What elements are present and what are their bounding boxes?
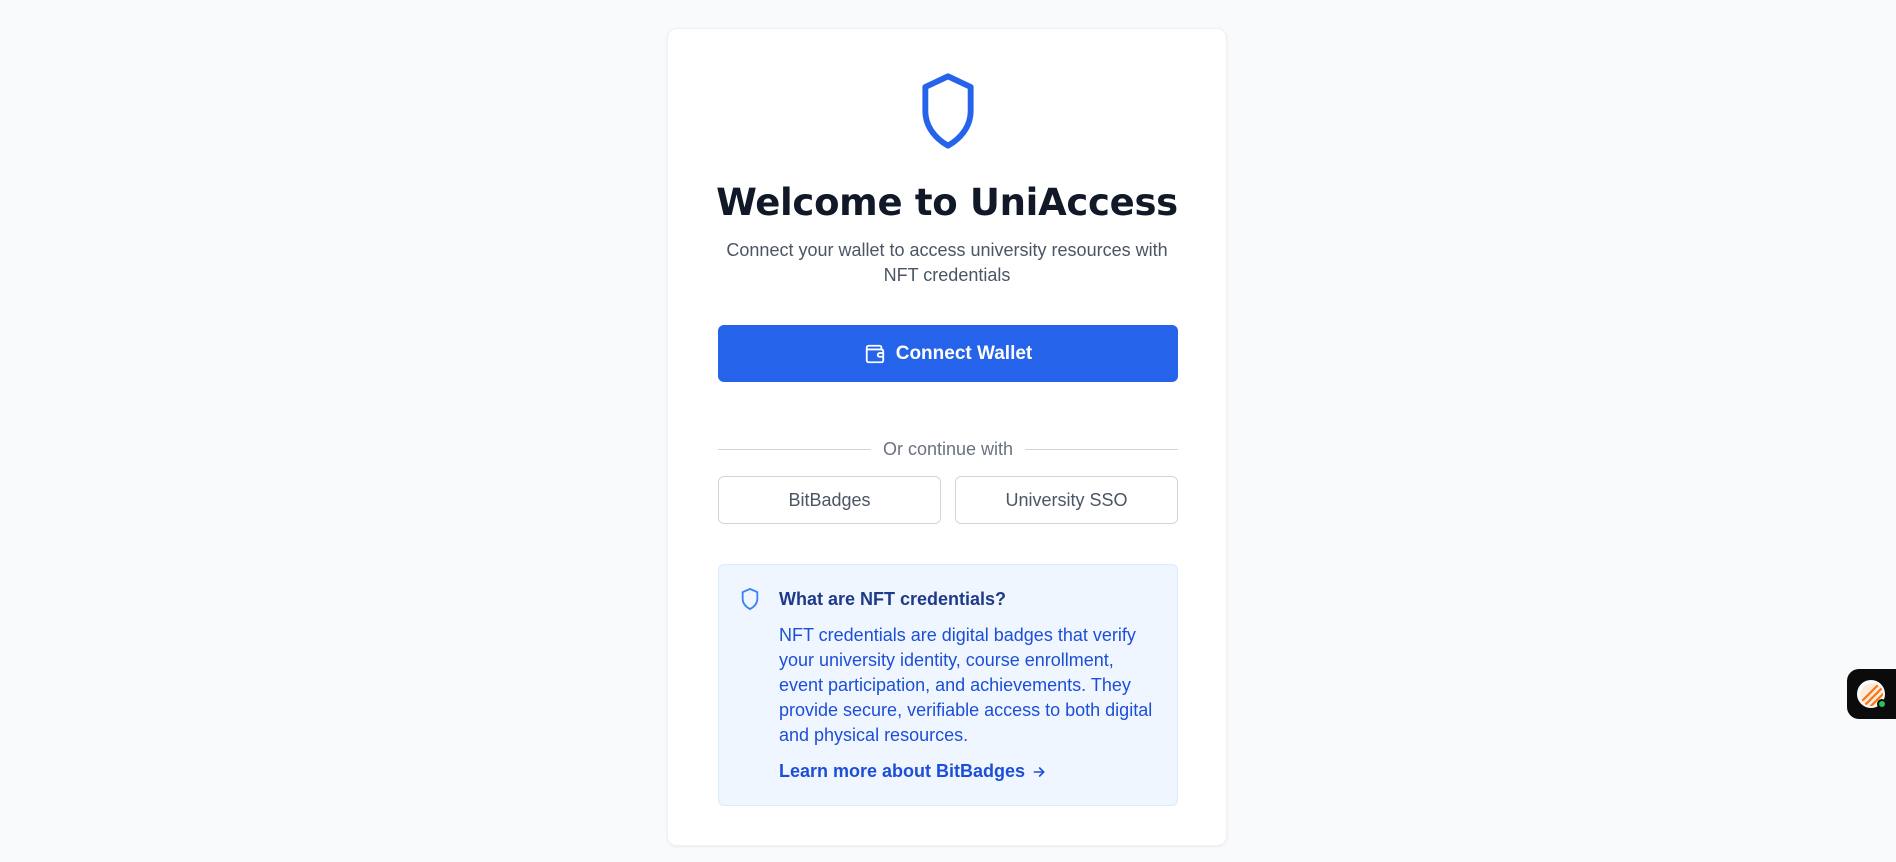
- or-divider: Or continue with: [718, 439, 1178, 460]
- connect-wallet-label: Connect Wallet: [895, 342, 1033, 364]
- online-status-dot: [1877, 699, 1887, 709]
- learn-more-link[interactable]: Learn more about BitBadges: [779, 761, 1047, 782]
- wallet-icon: [865, 344, 884, 363]
- shield-icon: [922, 73, 974, 149]
- nft-info-box: What are NFT credentials? NFT credential…: [718, 564, 1178, 806]
- bitbadges-button[interactable]: BitBadges: [718, 476, 941, 524]
- page-title: Welcome to UniAccess: [716, 181, 1178, 224]
- chat-widget-button[interactable]: [1847, 669, 1896, 719]
- info-title: What are NFT credentials?: [779, 589, 1007, 609]
- info-body: NFT credentials are digital badges that …: [779, 625, 1153, 745]
- login-card: Welcome to UniAccess Connect your wallet…: [667, 28, 1227, 846]
- bitbadges-label: BitBadges: [788, 489, 871, 510]
- arrow-right-icon: [1033, 766, 1045, 777]
- university-sso-button[interactable]: University SSO: [955, 476, 1178, 524]
- connect-wallet-button[interactable]: Connect Wallet: [718, 325, 1178, 382]
- learn-more-label: Learn more about BitBadges: [779, 761, 1026, 781]
- divider-text: Or continue with: [882, 439, 1014, 459]
- university-sso-label: University SSO: [1005, 489, 1128, 510]
- divider-line-right: [1025, 449, 1178, 450]
- shield-icon: [741, 588, 759, 610]
- divider-line-left: [718, 449, 871, 450]
- page-subtitle: Connect your wallet to access university…: [726, 240, 1168, 285]
